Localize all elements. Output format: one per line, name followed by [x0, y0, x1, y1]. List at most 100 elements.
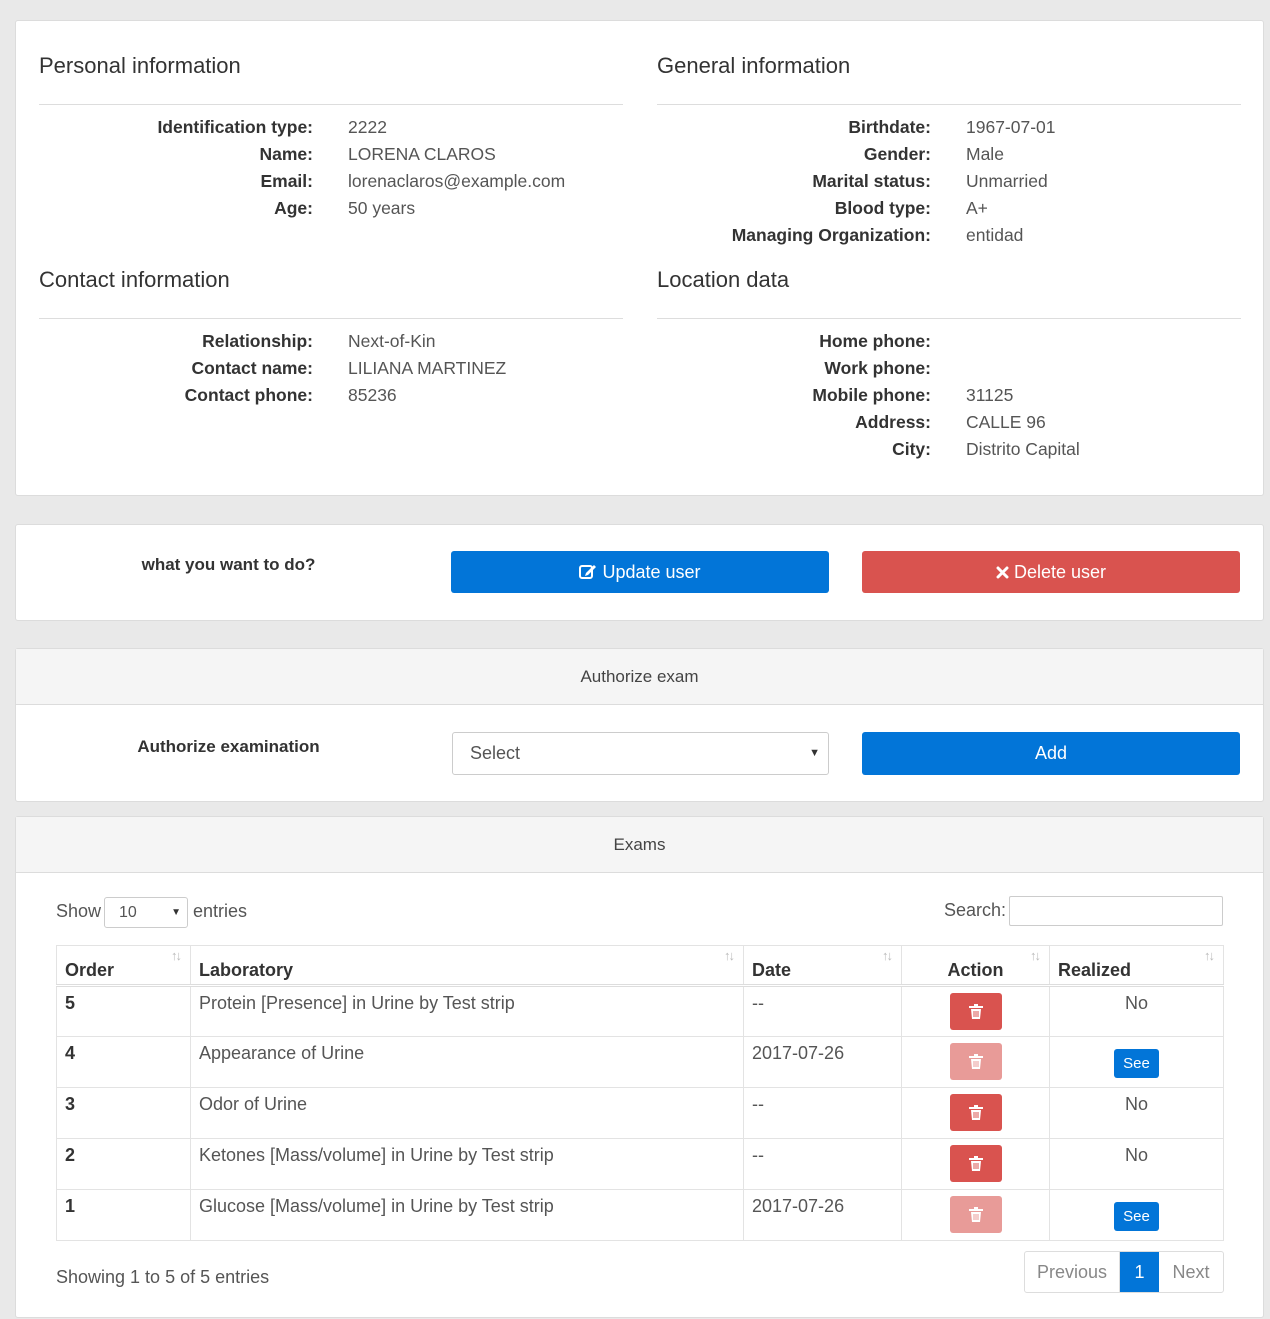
exam-select-value: Select: [470, 743, 521, 763]
location-data-title: Location data: [657, 267, 1241, 319]
field-value: 2222: [348, 117, 387, 137]
table-row: 5 Protein [Presence] in Urine by Test st…: [56, 985, 1224, 1037]
cell-date: --: [743, 1087, 902, 1139]
cell-realized: See: [1049, 1036, 1224, 1088]
cell-action: [901, 1087, 1050, 1139]
caret-down-icon: ▼: [171, 907, 181, 918]
column-header-order[interactable]: Order ↑↓: [56, 945, 191, 987]
delete-user-label: Delete user: [1013, 562, 1107, 582]
cell-laboratory: Odor of Urine: [190, 1087, 744, 1139]
field-value: Distrito Capital: [966, 439, 1080, 459]
field-value: LILIANA MARTINEZ: [348, 358, 507, 378]
sort-icon: ↑↓: [1204, 948, 1215, 963]
delete-exam-button[interactable]: [949, 993, 1002, 1030]
field-label: Name:: [259, 144, 314, 164]
exams-heading: Exams: [16, 817, 1263, 873]
table-row: 1 Glucose [Mass/volume] in Urine by Test…: [56, 1189, 1224, 1241]
field-home-phone: Home phone:: [657, 328, 1241, 355]
sort-icon: ↑↓: [171, 948, 182, 963]
general-info-title: General information: [657, 53, 1241, 105]
previous-page-button[interactable]: Previous: [1025, 1252, 1120, 1292]
field-relationship: Relationship: Next-of-Kin: [39, 328, 623, 355]
field-value: lorenaclaros@example.com: [348, 171, 566, 191]
field-contact-name: Contact name: LILIANA MARTINEZ: [39, 355, 623, 382]
field-label: Age:: [274, 198, 313, 218]
cell-order: 4: [56, 1036, 191, 1088]
field-label: Contact phone:: [184, 385, 313, 405]
page-1-button[interactable]: 1: [1120, 1252, 1159, 1292]
cell-laboratory: Glucose [Mass/volume] in Urine by Test s…: [190, 1189, 744, 1241]
add-exam-button[interactable]: Add: [862, 732, 1240, 775]
cell-realized: No: [1049, 985, 1224, 1037]
next-page-button[interactable]: Next: [1159, 1252, 1223, 1292]
contact-info-title: Contact information: [39, 267, 623, 319]
cell-realized: No: [1049, 1138, 1224, 1190]
delete-user-button[interactable]: Delete user: [862, 551, 1240, 593]
field-label: Gender:: [863, 144, 931, 164]
exam-select[interactable]: Select ▼: [452, 732, 829, 775]
cell-order: 1: [56, 1189, 191, 1241]
field-label: Home phone:: [819, 331, 931, 351]
page-length-select[interactable]: 10 ▼: [104, 897, 188, 928]
cell-order: 5: [56, 985, 191, 1037]
column-header-action[interactable]: Action ↑↓: [901, 945, 1050, 987]
field-value: entidad: [966, 225, 1024, 245]
authorize-exam-heading: Authorize exam: [16, 649, 1263, 705]
field-label: Work phone:: [824, 358, 931, 378]
field-marital-status: Marital status: Unmarried: [657, 168, 1241, 195]
column-header-laboratory[interactable]: Laboratory ↑↓: [190, 945, 744, 987]
sort-icon: ↑↓: [882, 948, 893, 963]
trash-icon: [968, 1207, 983, 1222]
field-value: Male: [966, 144, 1004, 164]
see-result-button[interactable]: See: [1114, 1202, 1159, 1231]
column-header-realized[interactable]: Realized ↑↓: [1049, 945, 1224, 987]
trash-icon: [968, 1004, 983, 1019]
search-label: Search:: [944, 900, 1007, 920]
cell-realized: See: [1049, 1189, 1224, 1241]
personal-info-title: Personal information: [39, 53, 623, 105]
cell-realized: No: [1049, 1087, 1224, 1139]
trash-icon: [968, 1156, 983, 1171]
cell-order: 2: [56, 1138, 191, 1190]
actions-prompt: what you want to do?: [141, 555, 316, 574]
field-label: Birthdate:: [848, 117, 931, 137]
show-label: Show: [56, 901, 102, 921]
sort-icon: ↑↓: [1030, 948, 1041, 963]
cell-date: 2017-07-26: [743, 1036, 902, 1088]
field-label: Address:: [855, 412, 931, 432]
field-value: A+: [966, 198, 988, 218]
table-header-row: Order ↑↓ Laboratory ↑↓ Date ↑↓ Action ↑↓ Rea…: [56, 945, 1224, 987]
cell-laboratory: Protein [Presence] in Urine by Test stri…: [190, 985, 744, 1037]
field-value: 85236: [348, 385, 397, 405]
see-result-button[interactable]: See: [1114, 1049, 1159, 1078]
field-label: Managing Organization:: [731, 225, 931, 245]
update-user-button[interactable]: Update user: [451, 551, 829, 593]
caret-down-icon: ▼: [809, 747, 820, 759]
field-email: Email: lorenaclaros@example.com: [39, 168, 623, 195]
cell-order: 3: [56, 1087, 191, 1139]
column-header-date[interactable]: Date ↑↓: [743, 945, 902, 987]
delete-exam-button[interactable]: [949, 1145, 1002, 1182]
user-actions-panel: what you want to do? Update user Delete …: [15, 524, 1264, 621]
field-identification-type: Identification type: 2222: [39, 114, 623, 141]
field-blood-type: Blood type: A+: [657, 195, 1241, 222]
field-age: Age: 50 years: [39, 195, 623, 222]
authorize-examination-label: Authorize examination: [137, 737, 320, 756]
field-gender: Gender: Male: [657, 141, 1241, 168]
page-length-value: 10: [119, 904, 137, 921]
sort-icon: ↑↓: [724, 948, 735, 963]
field-value: 50 years: [348, 198, 416, 218]
realized-text: No: [1124, 993, 1148, 1013]
edit-icon: [579, 551, 597, 593]
trash-icon: [968, 1105, 983, 1120]
search-input[interactable]: [1009, 896, 1223, 926]
cell-action: [901, 1189, 1050, 1241]
field-value: Unmarried: [966, 171, 1048, 191]
delete-exam-button: [949, 1196, 1002, 1233]
cell-date: --: [743, 985, 902, 1037]
field-value: 31125: [966, 385, 1014, 405]
table-info: Showing 1 to 5 of 5 entries: [56, 1267, 270, 1287]
field-label: Identification type:: [157, 117, 313, 137]
delete-exam-button[interactable]: [949, 1094, 1002, 1131]
cell-date: --: [743, 1138, 902, 1190]
